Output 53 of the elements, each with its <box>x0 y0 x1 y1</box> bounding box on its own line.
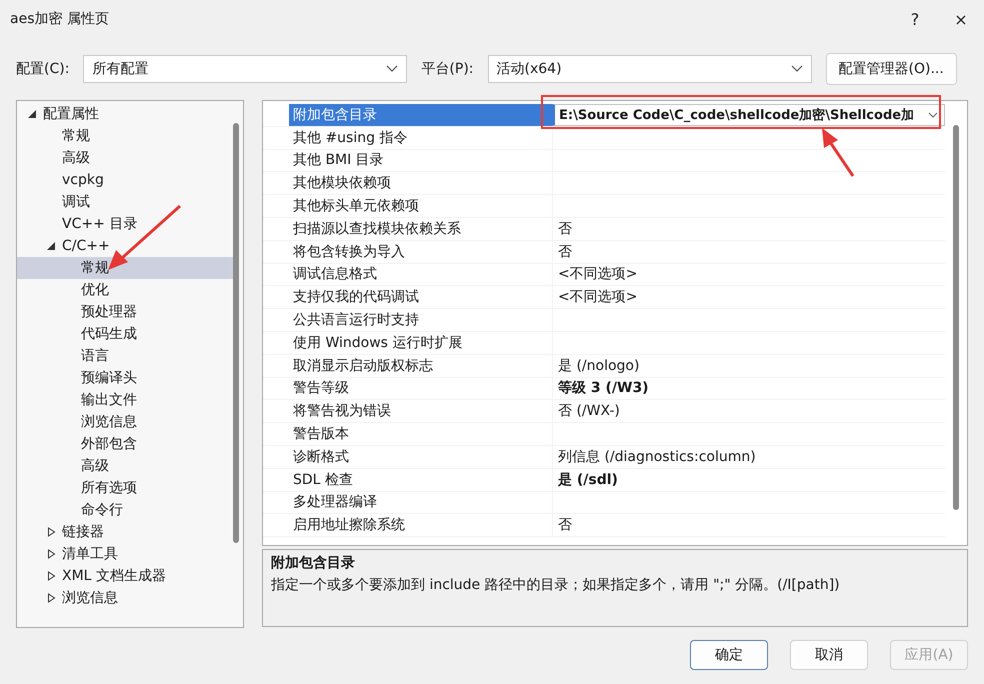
property-value: <不同选项> <box>552 264 945 286</box>
scrollbar-thumb[interactable] <box>953 125 959 510</box>
property-value: <不同选项> <box>552 286 945 308</box>
tree-item[interactable]: VC++ 目录 <box>17 213 233 235</box>
dialog-button[interactable]: 确定 <box>690 640 768 670</box>
tree-item[interactable]: C/C++ <box>17 235 233 257</box>
chevron-down-icon <box>790 65 803 73</box>
property-value: 是 (/sdl) <box>552 468 945 491</box>
tree-item[interactable]: 优化 <box>17 279 233 301</box>
config-label: 配置(C): <box>16 60 70 78</box>
property-value-field[interactable]: E:\Source Code\C_code\shellcode加密\Shellcode加 <box>552 104 945 126</box>
tree-item[interactable]: 输出文件 <box>17 389 233 411</box>
help-button[interactable]: ? <box>892 0 938 38</box>
annotation-arrow <box>822 128 854 177</box>
window-title: aes加密 属性页 <box>10 10 110 28</box>
property-name[interactable]: 附加包含目录 <box>289 104 552 126</box>
config-dropdown[interactable]: 所有配置 <box>83 55 408 83</box>
tree-item[interactable]: 高级 <box>17 455 233 477</box>
tree-item[interactable]: 所有选项 <box>17 477 233 499</box>
description-title: 附加包含目录 <box>271 554 356 572</box>
tree-item[interactable]: 预编译头 <box>17 367 233 389</box>
property-value: 否 (/WX-) <box>552 400 945 422</box>
tree-item[interactable]: 预处理器 <box>17 301 233 323</box>
tree-item[interactable]: 链接器 <box>17 521 233 543</box>
description-text: 指定一个或多个要添加到 include 路径中的目录；如果指定多个，请用 ";" 分隔。(/I[path]) <box>271 576 841 594</box>
chevron-down-icon <box>928 112 938 118</box>
property-value: 是 (/nologo) <box>552 354 945 377</box>
platform-label: 平台(P): <box>421 60 474 78</box>
tree-item[interactable]: 调试 <box>17 191 233 213</box>
tree-item[interactable]: vcpkg <box>17 169 233 191</box>
scrollbar-thumb[interactable] <box>233 123 239 543</box>
tree-item[interactable]: 浏览信息 <box>17 587 233 609</box>
tree-item[interactable]: 常规 <box>17 257 233 279</box>
tree-item[interactable]: 浏览信息 <box>17 411 233 433</box>
tree-item[interactable]: 高级 <box>17 147 233 169</box>
property-value: 否 <box>552 240 945 263</box>
property-value: 等级 3 (/W3) <box>552 378 945 400</box>
platform-dropdown[interactable]: 活动(x64) <box>488 55 812 83</box>
tree-item[interactable]: 外部包含 <box>17 433 233 455</box>
property-value: 列信息 (/diagnostics:column) <box>552 446 945 468</box>
tree-item[interactable]: 代码生成 <box>17 323 233 345</box>
config-manager-button[interactable]: 配置管理器(O)... <box>826 53 957 85</box>
tree-item[interactable]: 语言 <box>17 345 233 367</box>
tree-item[interactable]: 配置属性 <box>17 103 233 125</box>
property-value: 否 <box>552 514 945 536</box>
close-button[interactable]: × <box>938 0 984 38</box>
tree-item[interactable]: 常规 <box>17 125 233 147</box>
tree-item[interactable]: 命令行 <box>17 499 233 521</box>
dialog-button[interactable]: 取消 <box>790 640 868 670</box>
chevron-down-icon <box>386 65 398 73</box>
tree-item[interactable]: 清单工具 <box>17 543 233 565</box>
tree-item[interactable]: XML 文档生成器 <box>17 565 233 587</box>
property-value: 否 <box>552 218 945 240</box>
